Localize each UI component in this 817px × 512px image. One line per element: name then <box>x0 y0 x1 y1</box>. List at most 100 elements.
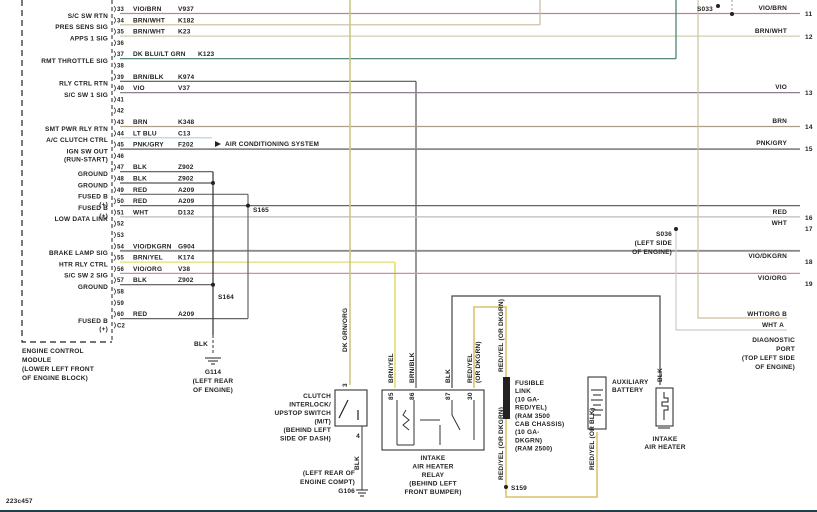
ecm-module-label: OF ENGINE BLOCK) <box>22 375 88 382</box>
ecm-pin-number: 53 <box>117 233 125 239</box>
ecm-pin-function: FUSED B <box>78 205 108 212</box>
ecm-pin-function: S/C SW 1 SIG <box>64 92 108 99</box>
connector-number: 11 <box>805 11 812 18</box>
ecm-pin-number: 59 <box>117 301 125 307</box>
fusible-label: LINK <box>515 388 531 395</box>
connector-wire-label: BRN/WHT <box>755 28 787 35</box>
g106-location: (LEFT REAR OF <box>303 470 355 477</box>
heater-element-icon <box>658 392 670 429</box>
circuit-id: K182 <box>178 17 195 24</box>
ground-icon <box>356 489 368 497</box>
wire-color-label: RED <box>133 187 147 194</box>
wire-color-label: BRN/YEL <box>133 255 163 262</box>
diag-port-label: DIAGNOSTIC <box>752 337 795 344</box>
wire-color-label: BRN/BLK <box>133 74 164 81</box>
arrow-icon <box>215 141 221 147</box>
pin-terminal <box>113 118 116 126</box>
pin-terminal <box>113 220 116 227</box>
circuit-id: K123 <box>198 51 215 58</box>
ecm-pin-number: 51 <box>117 210 125 216</box>
circuit-id: Z902 <box>178 164 194 171</box>
diag-port-label: (TOP LEFT SIDE <box>742 355 796 362</box>
circuit-id: A209 <box>178 311 195 318</box>
heater-label: AIR HEATER <box>644 444 685 451</box>
ecm-pin-number: 33 <box>117 7 125 13</box>
circuit-id: F202 <box>178 142 194 149</box>
relay-wire-label: RED/YEL <box>467 353 474 383</box>
ecm-pin-function: SMT PWR RLY RTN <box>45 126 108 133</box>
circuit-id: K174 <box>178 255 195 262</box>
diag-pin-b: WHT/ORG B <box>747 311 787 318</box>
s164-dot <box>211 282 215 287</box>
wire-color-label: BLK <box>133 176 147 183</box>
fusible-label: RED/YEL) <box>515 405 547 412</box>
ecm-pin-number: 35 <box>117 30 125 36</box>
s036-dot <box>674 227 678 231</box>
circuit-id: K23 <box>178 29 191 36</box>
pin-terminal <box>113 5 116 13</box>
pin-terminal <box>113 39 116 47</box>
pin-terminal <box>113 141 116 148</box>
relay-wire-label: BRN/BLK <box>409 352 416 383</box>
pin-terminal <box>113 310 116 318</box>
wire-color-label: BRN/WHT <box>133 29 165 36</box>
ecm-pin-number: 36 <box>117 41 125 47</box>
ecm-pin-number: 48 <box>117 177 125 183</box>
pin-terminal <box>113 28 116 35</box>
pin-terminal <box>113 276 116 284</box>
g106-label: G106 <box>338 488 355 495</box>
ecm-pin-number: 45 <box>117 143 125 149</box>
connector-number: 12 <box>805 34 813 41</box>
pin-terminal <box>113 163 116 171</box>
wire-color-label: PNK/GRY <box>133 142 164 149</box>
relay-label: AIR HEATER <box>412 464 453 471</box>
ecm-pin-number: 37 <box>117 52 125 58</box>
pin-terminal <box>113 107 116 114</box>
battery-wire-label: RED/YEL (OR BLK) <box>589 408 596 470</box>
ecm-pin-number: 39 <box>117 75 125 81</box>
pin-terminal <box>113 299 116 307</box>
pin-terminal <box>113 197 116 205</box>
connector-wire-label: RED <box>773 209 787 216</box>
connector-wire-label: VIO <box>775 84 787 91</box>
relay-label: RELAY <box>422 472 445 479</box>
g114-location: OF ENGINE) <box>193 387 233 394</box>
ecm-pin-number: 60 <box>117 312 125 318</box>
ecm-pin-number: 42 <box>117 109 125 115</box>
wire-color-label: VIO/DKGRN <box>133 243 172 250</box>
pin-terminal <box>113 231 116 239</box>
clutch-switch-body <box>334 389 368 427</box>
ecm-pin-function: (RUN-START) <box>64 156 108 163</box>
s036-location: OF ENGINE) <box>632 249 672 256</box>
fusible-wire-bottom: RED/YEL (OR DKGRN) <box>498 407 505 480</box>
g114-label: G114 <box>205 369 222 376</box>
splice-s165: S165 <box>253 207 269 214</box>
ecm-pin-number: 50 <box>117 199 125 205</box>
connector-number: 17 <box>805 226 813 233</box>
fusible-wire-top: RED/YEL (OR DKGRN) <box>498 299 505 372</box>
circuit-id: A209 <box>178 187 195 194</box>
relay-label: FRONT BUMPER) <box>404 489 461 496</box>
ecm-pin-number: 46 <box>117 154 125 160</box>
wire-color-label: BLK <box>133 164 147 171</box>
relay-pin: 85 <box>388 392 395 400</box>
connector-number: 19 <box>805 281 813 288</box>
wire-color-label: VIO <box>133 85 145 92</box>
pin-terminal <box>113 243 116 250</box>
ecm-pin-function: APPS 1 SIG <box>70 35 108 42</box>
figure-id: 223c457 <box>6 498 33 505</box>
g106-location: ENGINE COMPT) <box>300 479 355 486</box>
ecm-pin-number: 38 <box>117 64 125 70</box>
heater-label: INTAKE <box>653 436 678 443</box>
ecm-pin-number: C2 <box>117 323 126 329</box>
ecm-pin-function: PRES SENS SIG <box>55 24 108 31</box>
pin-terminal <box>113 152 116 160</box>
ecm-pin-number: 54 <box>117 244 125 250</box>
wire-color-label: WHT <box>133 209 148 216</box>
ecm-pin-function: FUSED B <box>78 194 108 201</box>
pin-terminal <box>113 288 116 295</box>
switch-icon <box>338 399 359 420</box>
ecm-pin-number: 58 <box>117 290 125 296</box>
fusible-label: FUSIBLE <box>515 380 545 387</box>
ecm-pin-number: 56 <box>117 267 125 273</box>
